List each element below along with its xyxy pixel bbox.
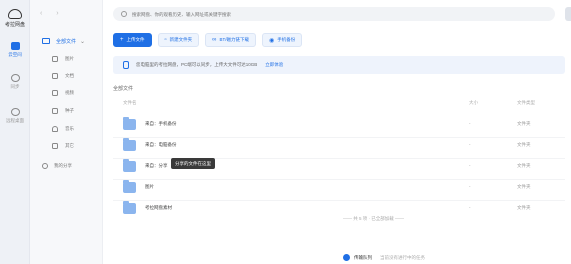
file-name: 来自：分享	[145, 163, 168, 168]
backup-icon: ◉	[268, 37, 275, 44]
avatar[interactable]	[565, 7, 571, 21]
rail-item-remote[interactable]: 远程桌面	[2, 108, 28, 124]
sidebar-item-label: 音乐	[65, 126, 74, 131]
main-panel: +上传文件 ▫新建文件夹 ∞BT/磁力链下载 ◉手机备份 您电脑里的考拉网盘，P…	[103, 0, 571, 264]
sidebar-item-documents[interactable]: 文档	[52, 71, 74, 81]
list-end-note: —— 共 5 项 · 已全部加载 ——	[343, 216, 405, 221]
cloud-icon	[8, 9, 22, 19]
rail-item-cloud[interactable]: 云空间	[2, 42, 28, 58]
transfer-bar[interactable]: 传输队列 当前没有进行中的任务	[343, 254, 425, 261]
sidebar-item-label: 我的分享	[54, 163, 72, 168]
image-icon	[52, 56, 58, 62]
breadcrumb[interactable]: 全部文件	[113, 85, 133, 92]
offline-download-button[interactable]: ∞ BT/磁力链下载	[205, 33, 256, 47]
transfer-icon	[343, 254, 350, 261]
link-icon: ∞	[212, 37, 217, 43]
new-folder-button[interactable]: ▫ 新建文件夹	[157, 33, 200, 47]
rail-label: 同步	[10, 84, 20, 89]
sidebar-item-label: 全部文件	[56, 38, 77, 45]
sidebar-item-label: 文档	[65, 73, 74, 78]
file-type: 文件夹	[517, 142, 531, 147]
phone-backup-button[interactable]: ◉ 手机备份	[261, 33, 303, 47]
rail-item-sync[interactable]: 同步	[2, 74, 28, 90]
file-type: 文件夹	[517, 205, 531, 210]
search-icon	[121, 11, 127, 17]
link-icon	[52, 143, 58, 149]
plus-icon: +	[120, 37, 124, 43]
document-icon	[52, 73, 58, 79]
column-type[interactable]: 文件类型	[517, 100, 535, 106]
sidebar-item-label: 种子	[65, 108, 74, 113]
upload-label: 上传文件	[126, 37, 145, 42]
toolbar: + 上传文件 ▫ 新建文件夹 ∞ BT/磁力链下载 ◉ 手机备份	[113, 33, 303, 47]
upload-button[interactable]: + 上传文件	[113, 33, 152, 47]
file-size: -	[469, 184, 471, 189]
new-folder-label: 新建文件夹	[169, 37, 193, 42]
notice-banner: 您电脑里的考拉网盘，PC端可以同步，上传大文件可达10GB 立即体验	[113, 56, 565, 74]
table-header: 文件名 大小 文件类型	[113, 98, 565, 108]
sidebar-item-images[interactable]: 图片	[52, 54, 74, 64]
nav-arrows[interactable]: ‹ ›	[40, 10, 65, 17]
column-size[interactable]: 大小	[469, 100, 478, 106]
folder-icon	[123, 138, 136, 151]
left-rail: 考拉网盘 云空间 同步 远程桌面	[0, 0, 30, 264]
sidebar-item-torrents[interactable]: 种子	[52, 106, 74, 116]
brand-logo: 考拉网盘	[4, 9, 26, 28]
file-name: 图片	[145, 184, 154, 189]
brand-name: 考拉网盘	[4, 22, 25, 28]
sidebar-item-label: 视频	[65, 90, 74, 95]
sidebar-item-videos[interactable]: 视频	[52, 88, 74, 98]
file-type: 文件夹	[517, 184, 531, 189]
sidebar-item-label: 图片	[65, 56, 74, 61]
sync-icon	[10, 74, 20, 82]
file-size: -	[469, 163, 471, 168]
file-type: 文件夹	[517, 163, 531, 168]
file-size: -	[469, 121, 471, 126]
column-name[interactable]: 文件名	[123, 100, 137, 106]
folder-icon	[42, 38, 50, 44]
torrent-icon	[52, 108, 58, 114]
table-row[interactable]: 来自：电脑备份 - 文件夹	[113, 137, 565, 159]
sidebar-item-label: 其它	[65, 143, 74, 148]
rail-label: 远程桌面	[6, 118, 24, 123]
chevron-down-icon[interactable]: ⌄	[80, 38, 85, 45]
folder-icon	[123, 159, 136, 172]
transfer-title: 传输队列	[354, 254, 372, 260]
offline-download-label: BT/磁力链下载	[219, 37, 249, 42]
phone-backup-label: 手机备份	[277, 37, 296, 42]
file-name: 来自：电脑备份	[145, 142, 177, 147]
table-row[interactable]: 图片 - 文件夹	[113, 179, 565, 201]
sidebar-item-music[interactable]: 音乐	[52, 124, 74, 134]
search-input[interactable]	[132, 11, 432, 17]
table-row[interactable]: 来自：手机备份 - 文件夹	[113, 116, 565, 138]
notice-text: 您电脑里的考拉网盘，PC端可以同步，上传大文件可达10GB	[136, 62, 258, 67]
remote-icon	[10, 108, 20, 116]
tooltip: 分享的文件在这里	[171, 158, 215, 169]
sidebar-item-my-share[interactable]: 我的分享	[42, 163, 72, 169]
sidebar-item-other[interactable]: 其它	[52, 141, 74, 151]
folder-plus-icon: ▫	[164, 37, 167, 43]
notice-link[interactable]: 立即体验	[265, 62, 283, 68]
folder-icon	[10, 42, 20, 50]
search-bar[interactable]	[113, 7, 555, 21]
sidebar: ‹ › 全部文件 ⌄ 图片 文档 视频 种子 音乐 其它 我的分享	[30, 0, 103, 264]
file-type: 文件夹	[517, 121, 531, 126]
video-icon	[52, 90, 58, 96]
app-window: 考拉网盘 云空间 同步 远程桌面 ‹ › 全部文件 ⌄ 图片 文档 视频 种子 …	[0, 0, 571, 264]
folder-icon	[123, 201, 136, 214]
headphones-icon	[52, 126, 58, 132]
share-icon	[42, 163, 48, 169]
file-size: -	[469, 205, 471, 210]
rail-label: 云空间	[8, 52, 22, 57]
sidebar-item-all-files[interactable]: 全部文件 ⌄	[38, 34, 98, 48]
info-icon	[123, 61, 129, 69]
file-size: -	[469, 142, 471, 147]
folder-icon	[123, 117, 136, 130]
folder-icon	[123, 180, 136, 193]
table-row[interactable]: 考拉网盘素材 - 文件夹	[113, 200, 565, 220]
file-name: 考拉网盘素材	[145, 205, 172, 210]
file-name: 来自：手机备份	[145, 121, 177, 126]
transfer-subtitle: 当前没有进行中的任务	[380, 254, 425, 260]
